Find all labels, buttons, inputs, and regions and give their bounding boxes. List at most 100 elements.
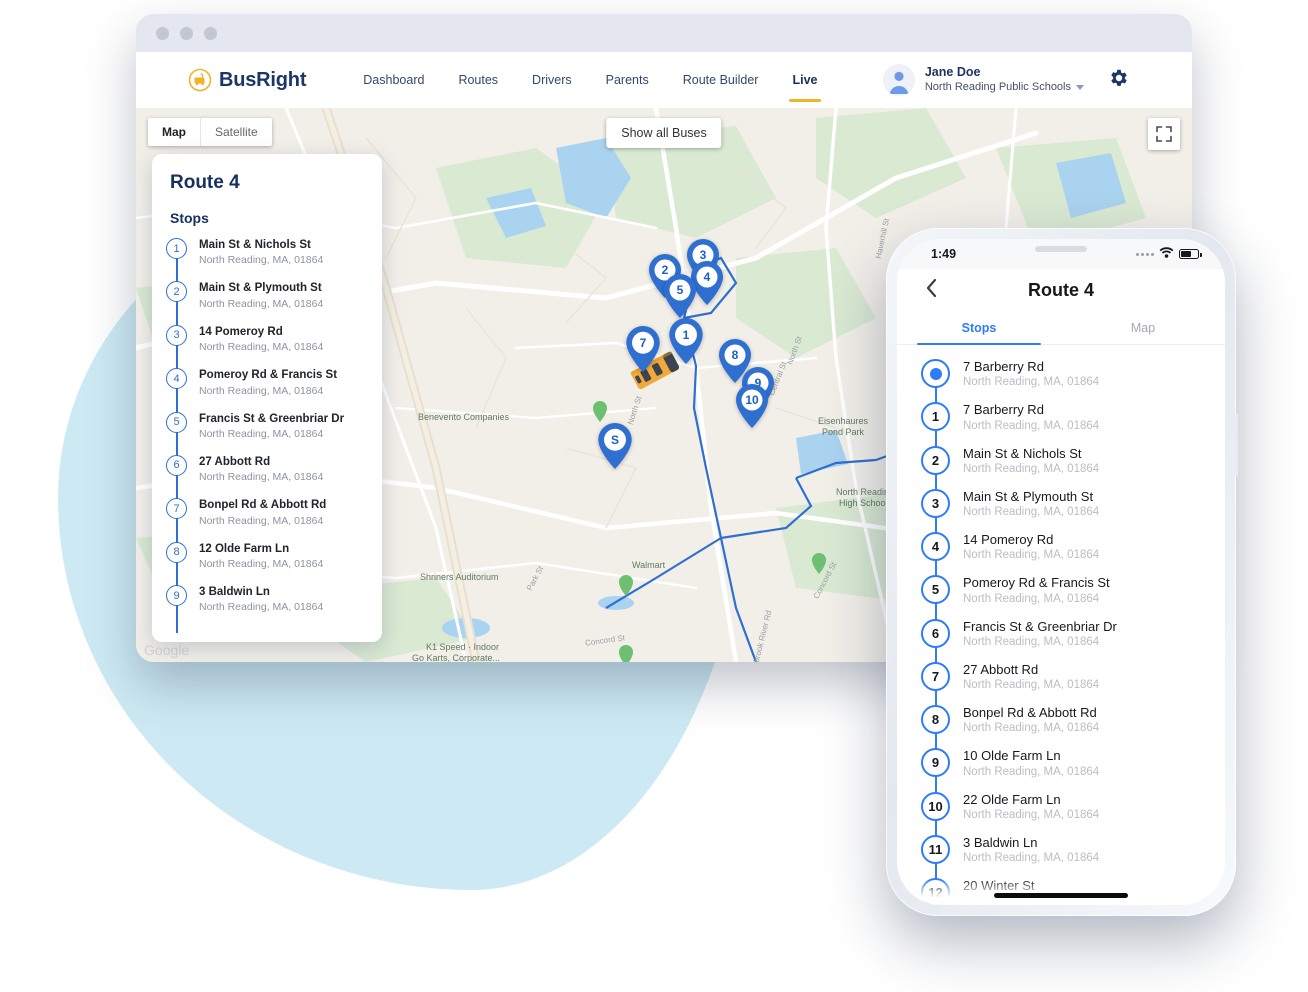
stop-number-badge: 6 [921,618,950,648]
phone-stop-list[interactable]: 7 Barberry Rd North Reading, MA, 01864 1… [897,345,1225,905]
map-pin-5[interactable]: 5 [662,273,698,319]
phone-stop-item[interactable]: 8 Bonpel Rd & Abbott Rd North Reading, M… [921,705,1225,751]
stop-text: 10 Olde Farm Ln North Reading, MA, 01864 [963,748,1099,777]
brand-logo-link[interactable]: BusRight [188,68,306,92]
route-details-panel: Route 4 Stops 1 Main St & Nichols St Nor… [152,154,382,642]
map-pin-school[interactable]: S [596,422,634,470]
phone-stop-item[interactable]: 4 14 Pomeroy Rd North Reading, MA, 01864 [921,532,1225,578]
window-minimize-button[interactable] [180,26,193,40]
phone-stop-item[interactable]: 3 Main St & Plymouth St North Reading, M… [921,488,1225,534]
stop-number-badge: 2 [166,281,187,303]
phone-stop-item[interactable]: 10 22 Olde Farm Ln North Reading, MA, 01… [921,791,1225,837]
stop-text: Pomeroy Rd & Francis St North Reading, M… [963,575,1110,604]
stop-name: 22 Olde Farm Ln [963,791,1061,807]
stop-name: 7 Barberry Rd [963,359,1044,374]
tab-map[interactable]: Map [1061,311,1225,344]
chevron-left-icon[interactable] [925,278,938,303]
current-location-marker [921,359,950,388]
phone-stop-item[interactable]: 9 10 Olde Farm Ln North Reading, MA, 018… [921,748,1225,794]
stop-number-badge: 5 [166,411,187,433]
stop-text: Pomeroy Rd & Francis St North Reading, M… [199,368,337,396]
user-menu[interactable]: Jane Doe North Reading Public Schools [882,64,1130,96]
user-info: Jane Doe North Reading Public Schools [925,65,1084,94]
stop-name: Francis St & Greenbriar Dr [963,618,1117,634]
user-organization: North Reading Public Schools [925,81,1084,95]
phone-stop-item[interactable]: 2 Main St & Nichols St North Reading, MA… [921,445,1225,491]
stop-name: Bonpel Rd & Abbott Rd [963,705,1097,720]
stop-address: North Reading, MA, 01864 [199,601,324,614]
show-all-buses-button[interactable]: Show all Buses [606,118,722,148]
stop-connector [176,430,178,458]
stop-address: North Reading, MA, 01864 [963,549,1100,562]
window-close-button[interactable] [156,26,169,40]
stop-number-badge: 4 [921,532,950,561]
stop-number-badge: 8 [921,705,950,734]
map-type-satellite[interactable]: Satellite [200,118,272,146]
wifi-icon [1159,245,1174,263]
stop-connector [934,776,937,794]
route-stop-item[interactable]: 2 Main St & Plymouth St North Reading, M… [166,281,382,328]
stop-name: 10 Olde Farm Ln [963,748,1061,764]
map-pin-1[interactable]: 1 [667,317,705,365]
route-stop-item[interactable]: 6 27 Abbott Rd North Reading, MA, 01864 [166,454,382,502]
route-stop-item[interactable]: 4 Pomeroy Rd & Francis St North Reading,… [166,368,382,415]
stop-name: 14 Pomeroy Rd [963,532,1054,547]
stop-text: Main St & Plymouth St North Reading, MA,… [199,281,323,309]
route-stop-item[interactable]: 8 12 Olde Farm Ln North Reading, MA, 018… [166,541,382,588]
stop-name: Pomeroy Rd & Francis St [199,369,338,382]
map-type-toggle[interactable]: Map Satellite [148,118,272,146]
stop-address: North Reading, MA, 01864 [199,254,324,267]
page-root: BusRight Dashboard Routes Drivers Parent… [0,0,1308,992]
stop-text: 14 Pomeroy Rd North Reading, MA, 01864 [199,325,323,353]
stop-address: North Reading, MA, 01864 [963,679,1100,691]
phone-volume-button[interactable] [1235,414,1238,476]
nav-item-routes[interactable]: Routes [441,52,515,108]
stop-number-badge: 10 [921,791,950,821]
app-navbar: BusRight Dashboard Routes Drivers Parent… [136,52,1192,108]
stop-number-badge: 1 [166,238,187,259]
phone-status-icons [1136,245,1202,263]
map-pin-10-label: 10 [745,393,759,407]
nav-item-drivers[interactable]: Drivers [515,52,589,108]
stop-name: 12 Olde Farm Ln [199,542,290,555]
route-stop-item[interactable]: 9 3 Baldwin Ln North Reading, MA, 01864 [166,585,382,634]
map-pin-7[interactable]: 7 [624,325,662,373]
stop-text: 3 Baldwin Ln North Reading, MA, 01864 [199,585,323,613]
stop-number-badge: 5 [921,575,950,605]
stop-text: 7 Barberry Rd North Reading, MA, 01864 [963,402,1099,431]
stop-address: North Reading, MA, 01864 [963,376,1100,389]
stop-name: Bonpel Rd & Abbott Rd [199,499,327,512]
map-pin-8-label: 8 [731,348,739,362]
nav-item-route-builder[interactable]: Route Builder [666,52,776,108]
route-stop-item[interactable]: 3 14 Pomeroy Rd North Reading, MA, 01864 [166,324,382,372]
stop-connector [176,560,178,588]
phone-stop-item[interactable]: 1 7 Barberry Rd North Reading, MA, 01864 [921,402,1225,448]
stop-address: North Reading, MA, 01864 [199,514,324,527]
nav-item-dashboard[interactable]: Dashboard [346,52,441,108]
route-stop-item[interactable]: 5 Francis St & Greenbriar Dr North Readi… [166,411,382,458]
phone-stop-item[interactable]: 7 27 Abbott Rd North Reading, MA, 01864 [921,661,1225,707]
map-type-map[interactable]: Map [148,118,200,146]
stop-name: 27 Abbott Rd [199,455,271,468]
signal-dots-icon [1136,252,1154,256]
phone-stop-item-current[interactable]: 7 Barberry Rd North Reading, MA, 01864 [921,359,1225,405]
stop-text: 27 Abbott Rd North Reading, MA, 01864 [963,662,1099,691]
phone-stop-item[interactable]: 5 Pomeroy Rd & Francis St North Reading,… [921,575,1225,621]
route-stop-item[interactable]: 1 Main St & Nichols St North Reading, MA… [166,238,382,285]
tab-stops[interactable]: Stops [897,311,1061,345]
stop-name: 7 Barberry Rd [963,402,1044,418]
map-pin-10[interactable]: 10 [734,383,770,429]
stop-address: North Reading, MA, 01864 [963,765,1100,778]
window-maximize-button[interactable] [204,26,217,40]
phone-stop-item[interactable]: 11 3 Baldwin Ln North Reading, MA, 01864 [921,834,1225,880]
route-stop-item[interactable]: 7 Bonpel Rd & Abbott Rd North Reading, M… [166,498,382,545]
route-stops-heading: Stops [170,210,209,226]
stop-address: North Reading, MA, 01864 [199,297,324,310]
map-attribution: Google [144,642,190,658]
nav-item-live[interactable]: Live [775,52,834,108]
fullscreen-icon[interactable] [1148,118,1180,150]
phone-stop-item[interactable]: 6 Francis St & Greenbriar Dr North Readi… [921,618,1225,664]
nav-item-parents[interactable]: Parents [589,52,666,108]
gear-icon[interactable] [1108,67,1130,94]
stop-text: 22 Olde Farm Ln North Reading, MA, 01864 [963,792,1099,821]
